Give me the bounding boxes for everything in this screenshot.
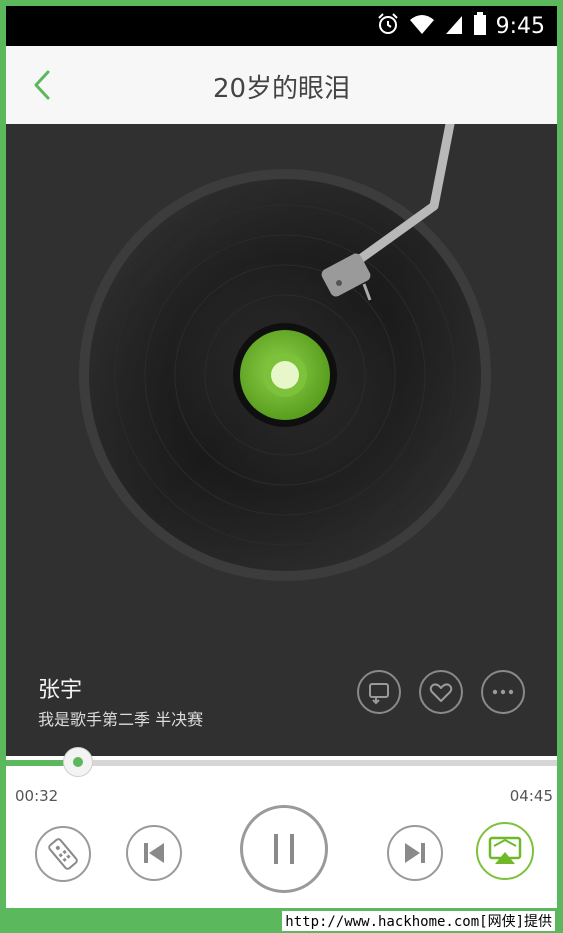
repeat-button[interactable]: [357, 670, 401, 714]
repeat-icon: [369, 683, 389, 705]
artist-name: 张宇: [38, 678, 83, 703]
watermark-text: http://www.hackhome.com[网侠]提供: [282, 911, 555, 931]
previous-button[interactable]: [126, 825, 182, 881]
alarm-icon: [376, 12, 400, 40]
remote-icon: [48, 838, 78, 870]
player-area: 张宇 我是歌手第二季 半决赛: [6, 124, 557, 756]
status-time: 9:45: [495, 13, 545, 39]
more-button[interactable]: [481, 670, 525, 714]
airplay-button[interactable]: [476, 822, 534, 880]
bottom-bar: http://www.hackhome.com[网侠]提供: [0, 908, 563, 933]
signal-icon: [444, 13, 464, 39]
previous-icon: [144, 843, 164, 863]
status-bar: 9:45: [6, 6, 557, 46]
airplay-icon: [488, 836, 522, 864]
favorite-button[interactable]: [419, 670, 463, 714]
pause-button[interactable]: [240, 805, 328, 893]
progress-thumb[interactable]: [63, 747, 93, 777]
heart-icon: [429, 683, 453, 702]
record-spindle: [271, 361, 299, 389]
album-name: 我是歌手第二季 半决赛: [38, 710, 204, 729]
remote-button[interactable]: [35, 826, 91, 882]
page-title: 20岁的眼泪: [212, 74, 351, 104]
pause-icon: [274, 834, 294, 864]
next-icon: [405, 843, 425, 863]
progress-bar[interactable]: [6, 747, 557, 777]
vinyl-turntable: [79, 124, 491, 581]
battery-icon: [473, 12, 487, 40]
next-button[interactable]: [387, 825, 443, 881]
top-bar: 20岁的眼泪: [6, 46, 557, 125]
wifi-icon: [409, 13, 435, 39]
more-icon: [492, 689, 514, 695]
playback-controls: [6, 800, 557, 908]
